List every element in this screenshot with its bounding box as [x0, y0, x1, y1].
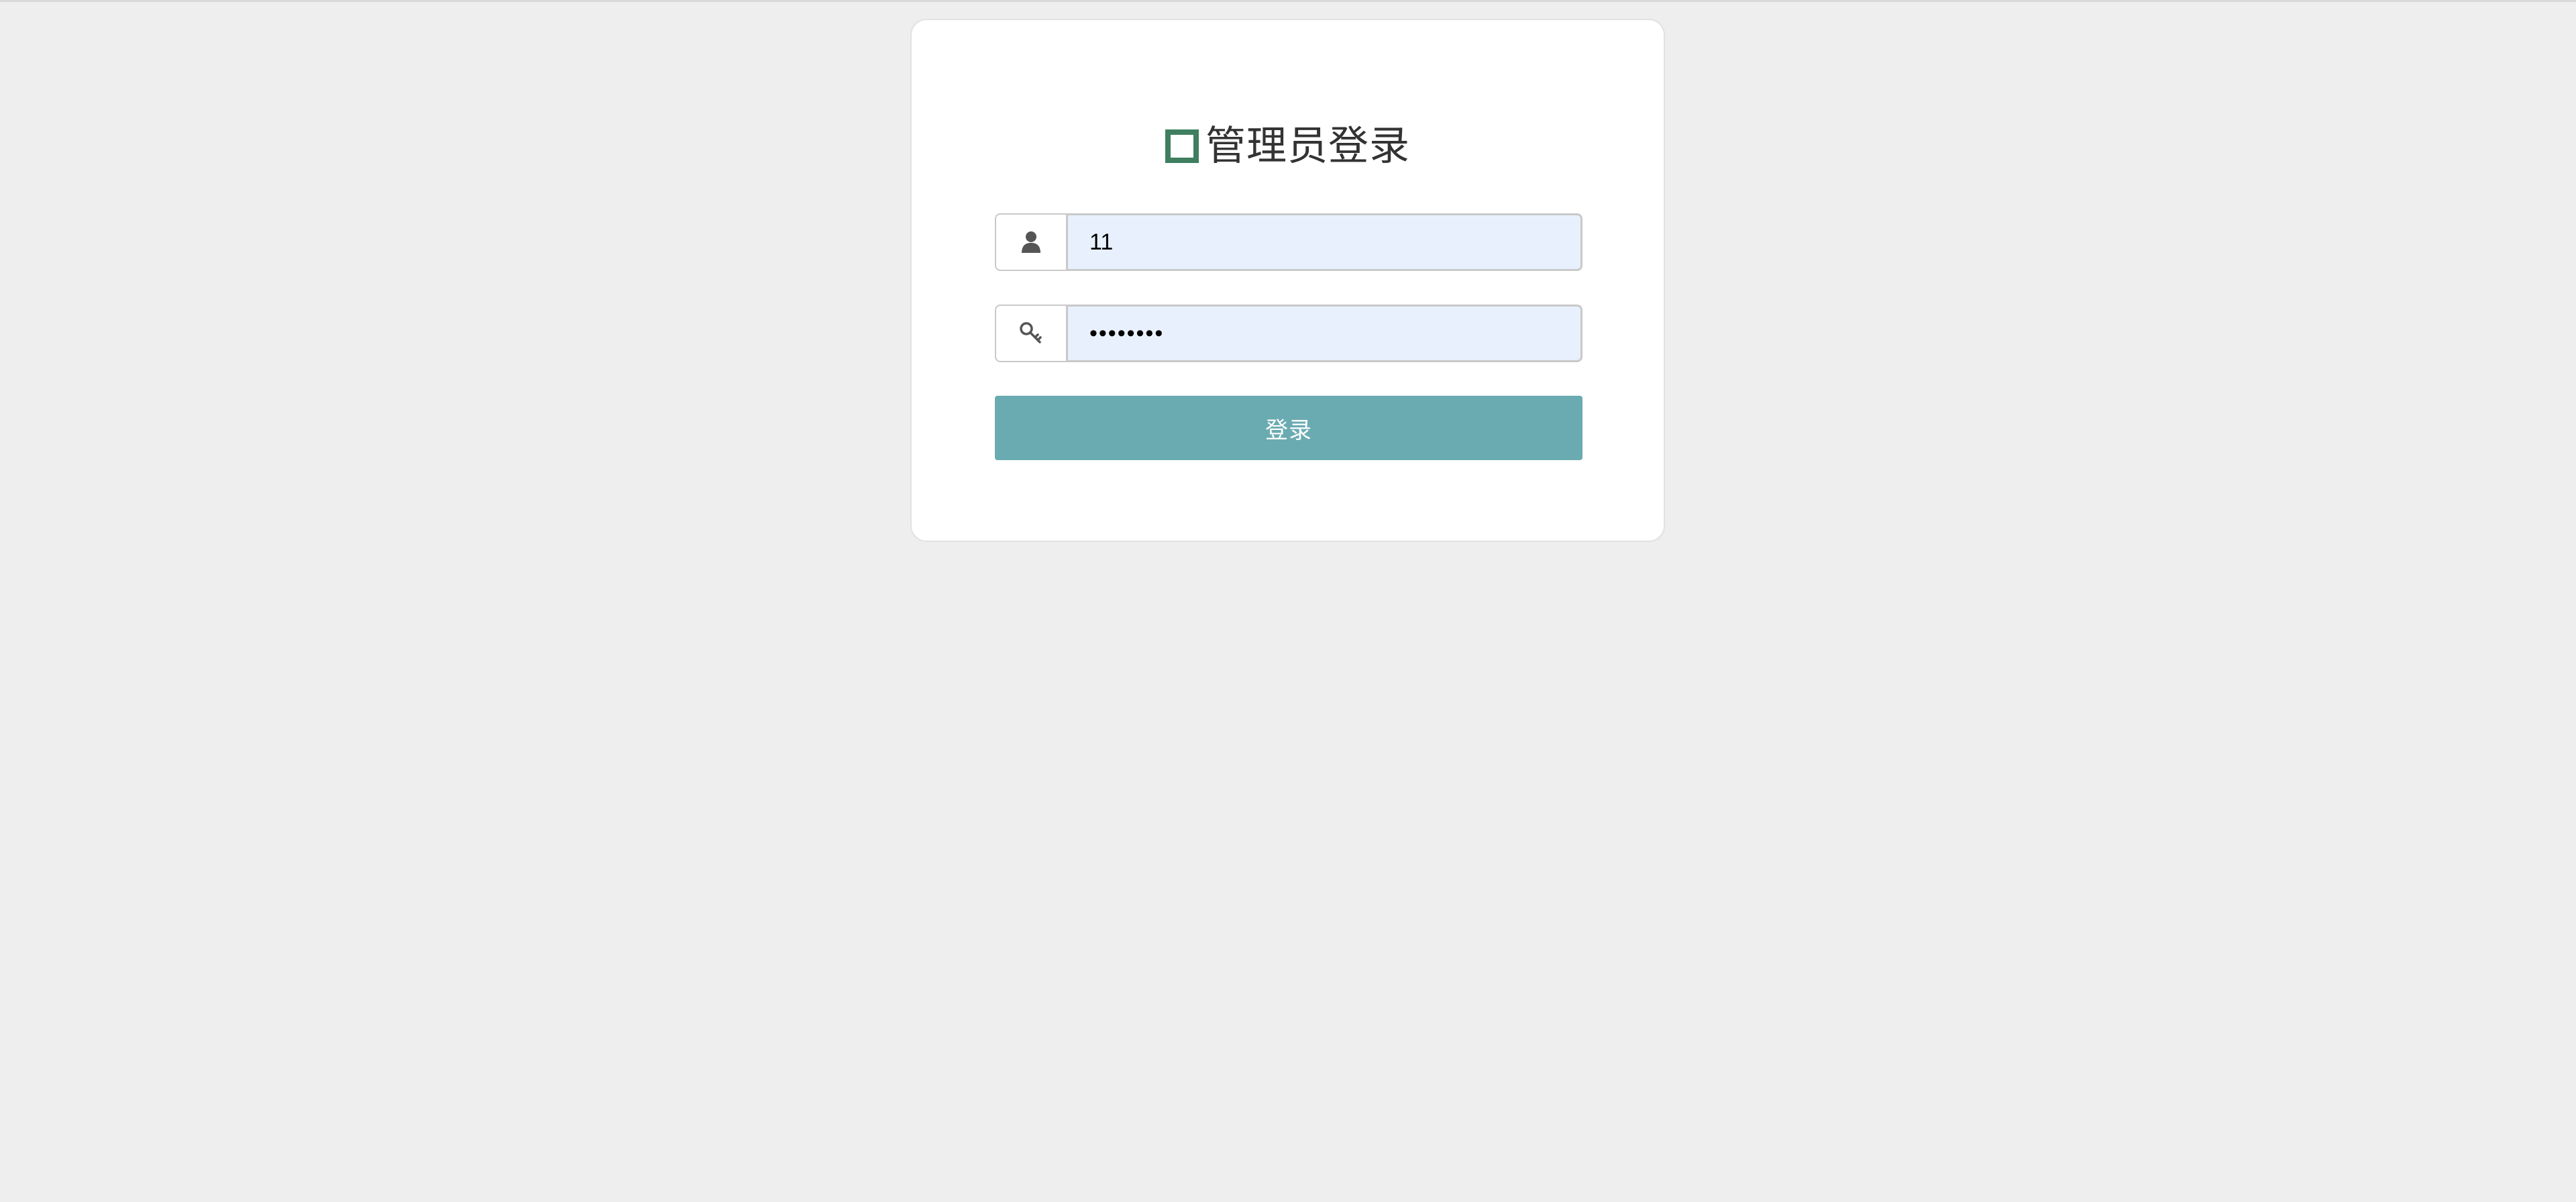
page-title: 管理员登录	[1205, 123, 1410, 170]
username-field	[995, 213, 1582, 271]
login-title: 管理员登录	[912, 121, 1664, 172]
login-card: 管理员登录 登录	[910, 19, 1665, 542]
key-icon	[995, 305, 1066, 362]
user-icon	[995, 213, 1066, 271]
login-button[interactable]: 登录	[995, 396, 1582, 460]
top-border-line	[0, 0, 2576, 2]
username-input[interactable]	[1066, 213, 1582, 271]
square-outline-icon	[1165, 129, 1199, 163]
password-field	[995, 305, 1582, 362]
password-input[interactable]	[1066, 305, 1582, 362]
